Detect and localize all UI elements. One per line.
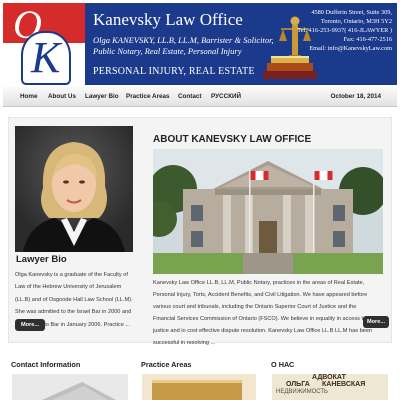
main-nav: Home About Us Lawyer Bio Practice Areas … [3,87,397,107]
word-nedvizhimost: НЕДВИЖИМОСТЬ [276,389,328,395]
practice-areas-image [142,374,256,400]
contact-info-image [12,374,128,400]
site-logo[interactable]: O K [3,3,85,85]
site-header: O K Kanevsky Law Office Olga KANEVSKY, L… [3,3,397,85]
contact-street: 4580 Dufferin Street, Suite 309, [311,9,392,16]
lawyer-portrait-image [15,126,133,252]
main-heading: ABOUT KANEVSKY LAW OFFICE [153,134,312,145]
current-date: October 18, 2014 [330,93,381,100]
about-ru-heading: О НАС [271,360,295,369]
contact-city: Toronto, Ontario, M3H 5Y2 [320,18,392,25]
courthouse-image [153,149,383,274]
logo-letter-k: K [21,31,71,85]
about-ru-image: АДВОКАТ ОЛЬГА КАНЕВСКАЯ НЕДВИЖИМОСТЬ [272,374,388,400]
contact-info-heading: Contact Information [11,360,81,369]
contact-tel: Tel: 416-253-9937( 416-JLAWYER ) [297,27,392,34]
sidebar-title: Lawyer Bio [16,254,67,265]
bio-more-button[interactable]: More... [15,319,45,331]
contact-fax: Fax: 416-477-2516 [343,36,392,43]
site-tagline: PERSONAL INJURY, REAL ESTATE [93,66,255,77]
main-about-text: Kanevsky Law Office LL.B, LL.M, Public N… [153,280,373,346]
word-kanevskaya: КАНЕВСКАЯ [322,381,366,388]
word-olga: ОЛЬГА [286,381,310,388]
word-advokat: АДВОКАТ [312,374,346,381]
site-title[interactable]: Kanevsky Law Office [93,10,243,30]
nav-item-contact[interactable]: Contact [178,93,201,100]
content-panel: Lawyer Bio Olga Kanevsky is a graduate o… [8,117,392,346]
law-books-icon [263,56,317,79]
about-more-button[interactable]: More... [363,316,389,328]
practice-areas-heading: Practice Areas [141,360,192,369]
nav-item-about-us[interactable]: About Us [48,93,76,100]
site-subtitle-line1: Olga KANEVSKY, LL.B, LL.M, Barrister & S… [93,35,274,45]
header-contact-info: 4580 Dufferin Street, Suite 309, Toronto… [297,8,392,53]
nav-item-russian[interactable]: РУССКИЙ [211,93,241,100]
nav-item-practice-areas[interactable]: Practice Areas [126,93,170,100]
nav-item-lawyer-bio[interactable]: Lawyer Bio [85,93,119,100]
nav-item-home[interactable]: Home [20,93,38,100]
contact-email[interactable]: Email: info@KanevskyLaw.com [297,44,392,53]
site-subtitle-line2: Public Notary, Real Estate, Personal Inj… [93,46,242,56]
